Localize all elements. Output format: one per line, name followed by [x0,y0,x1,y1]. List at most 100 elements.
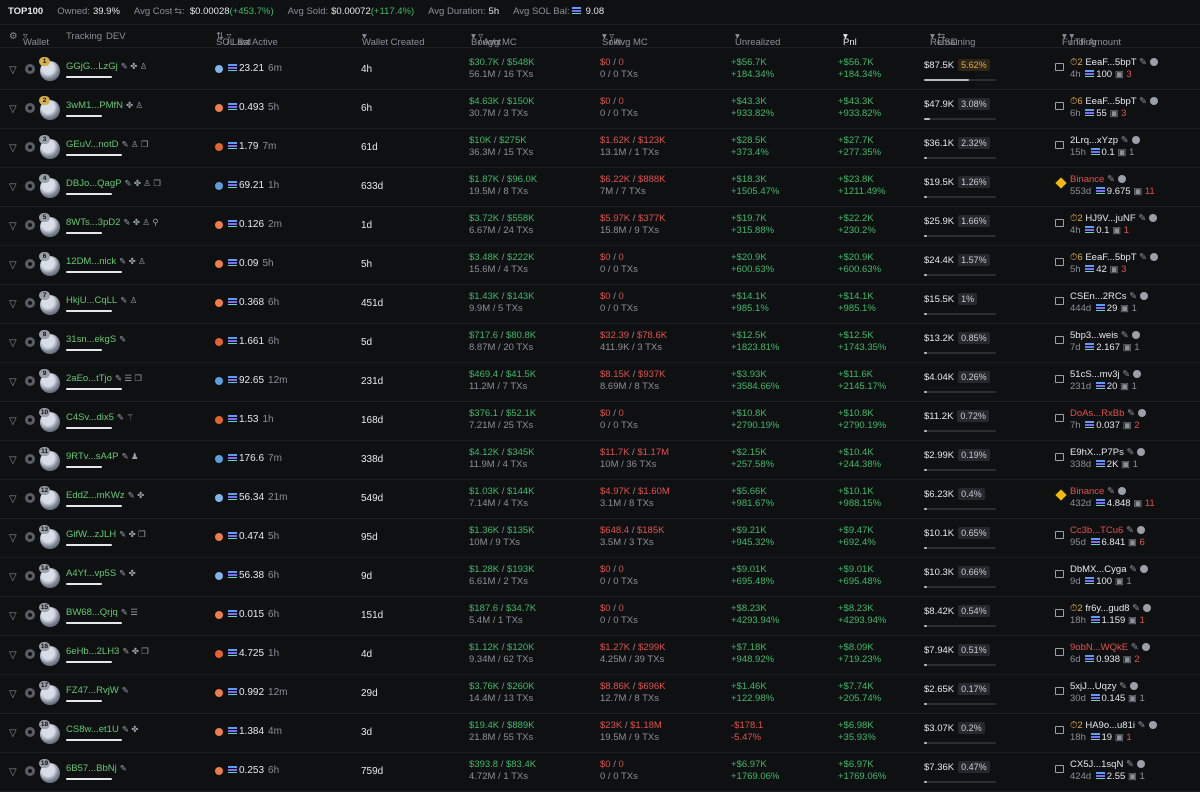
funding-cell[interactable]: ⏱2 fr6y...gud8 ✎ 18h 1.159 ▣ 1 [1070,603,1152,627]
funding-add-icon[interactable] [1055,414,1064,422]
wallet-address[interactable]: 6eHb...2LH3 ✎ ✤ ❒ [66,646,149,657]
funding-add-icon[interactable] [1055,375,1064,383]
funder-info-icon[interactable] [1148,721,1157,729]
filter-icon[interactable]: ▽ [9,182,17,193]
table-row[interactable]: ▽ 13 GifW...zJLH ✎ ✤ ❒ 0.474 5h 95d $1.36K… [0,519,1200,558]
col-bought[interactable]: Bought ▾ / Avg MC ▿ [471,31,517,48]
table-row[interactable]: ▽ 6 12DM...nick ✎ ✤ ♙ 0.09 5h 5h $3.48K / … [0,246,1200,285]
wallet-address[interactable]: BW68...Qrjq ✎ ☰ [66,607,138,618]
hide-icon[interactable] [25,493,35,503]
hide-icon[interactable] [25,766,35,776]
funder-info-icon[interactable] [1150,253,1159,261]
funder-info-icon[interactable] [1138,409,1146,417]
funder-info-icon[interactable] [1137,448,1146,456]
funding-add-icon[interactable] [1055,765,1064,773]
hide-icon[interactable] [25,142,35,152]
wallet-address[interactable]: CS8w...et1U ✎ ✤ [66,724,138,735]
edit-icon[interactable]: ✎ [1139,252,1147,263]
funding-add-icon[interactable] [1055,219,1064,227]
funder-info-icon[interactable] [1150,58,1159,66]
col-funding[interactable]: Funding ▾ / TF Amount ▾ [1062,31,1121,48]
col-wallet[interactable]: Wallet ▿ [23,31,49,48]
edit-icon[interactable]: ✎ [1138,720,1146,731]
funding-add-icon[interactable] [1055,570,1064,578]
table-row[interactable]: ▽ 5 8WTs...3pD2 ✎ ✤ ♙ ⚲ 0.126 2m 1d $3.72K… [0,207,1200,246]
filter-icon[interactable]: ▽ [9,533,17,544]
wallet-address[interactable]: 3wM1...PMfN ✤ ♙ [66,100,143,111]
table-row[interactable]: ▽ 12 EddZ...mKWz ✎ ✤ 56.34 21m 549d $1.03K… [0,480,1200,519]
wallet-address[interactable]: DBJo...QagP ✎ ✤ ♙ ❒ [66,178,161,189]
table-row[interactable]: ▽ 16 6eHb...2LH3 ✎ ✤ ❒ 4.725 1h 4d $1.12K … [0,636,1200,675]
funding-cell[interactable]: CSEn...2RCs ✎ 444d 29 ▣ 1 [1070,291,1149,315]
filter-icon[interactable]: ▽ [9,260,17,271]
edit-icon[interactable]: ✎ [1107,486,1115,497]
edit-icon[interactable]: ✎ [1139,96,1147,107]
hide-icon[interactable] [25,298,35,308]
swap-icon[interactable]: ⇆: [174,6,185,17]
col-tracking[interactable]: Tracking [66,31,102,42]
filter-icon[interactable]: ▽ [9,494,17,505]
hide-icon[interactable] [25,181,35,191]
wallet-address[interactable]: 12DM...nick ✎ ✤ ♙ [66,256,146,267]
edit-icon[interactable]: ✎ [1138,213,1146,224]
funder-info-icon[interactable] [1133,370,1142,378]
table-row[interactable]: ▽ 2 3wM1...PMfN ✤ ♙ 0.493 5h 6h $4.63K / $… [0,90,1200,129]
funding-add-icon[interactable] [1055,258,1064,266]
funder-info-icon[interactable] [1117,487,1126,495]
edit-icon[interactable]: ✎ [1129,564,1137,575]
edit-icon[interactable]: ✎ [1121,135,1129,146]
col-remaining[interactable]: Remaining ▾ USD ⇆ [930,31,975,48]
hide-icon[interactable] [25,64,35,74]
wallet-address[interactable]: FZ47...RvjW ✎ [66,685,129,696]
edit-icon[interactable]: ✎ [1131,642,1139,653]
edit-icon[interactable]: ✎ [1119,681,1127,692]
filter-icon[interactable]: ▽ [9,416,17,427]
table-row[interactable]: ▽ 1 GGjG...LzGj ✎ ✤ ♙ 23.21 6m 4h $30.7K /… [0,51,1200,90]
funding-cell[interactable]: CX5J...1sqN ✎ 424d 2.55 ▣ 1 [1070,759,1145,783]
hide-icon[interactable] [25,532,35,542]
hide-icon[interactable] [25,688,35,698]
wallet-address[interactable]: GEuV...notD ✎ ♙ ❒ [66,139,149,150]
filter-icon[interactable]: ▽ [9,611,17,622]
filter-icon[interactable]: ▽ [9,65,17,76]
hide-icon[interactable] [25,337,35,347]
edit-icon[interactable]: ✎ [1121,330,1129,341]
wallet-address[interactable]: 8WTs...3pD2 ✎ ✤ ♙ ⚲ [66,217,159,228]
binance-icon[interactable] [1055,489,1067,501]
filter-icon[interactable]: ▽ [9,104,17,115]
funder-info-icon[interactable] [1140,292,1149,300]
funder-info-icon[interactable] [1136,760,1145,768]
wallet-address[interactable]: 9RTv...sA4P ✎ ♟ [66,451,139,462]
funding-cell[interactable]: Cc3b...TCu6 ✎ 95d 6.841 ▣ 6 [1070,525,1145,549]
funding-cell[interactable]: DoAs...RxBb ✎ 7h 0.037 ▣ 2 [1070,408,1146,432]
funder-info-icon[interactable] [1117,175,1126,183]
funding-add-icon[interactable] [1055,63,1064,71]
wallet-address[interactable]: C4Sv...dix5 ✎ ⚚ [66,412,134,423]
wallet-address[interactable]: 6B57...BbNj ✎ [66,763,127,774]
funding-cell[interactable]: E9hX...P7Ps ✎ 338d 2K ▣ 1 [1070,447,1146,471]
settings-icon[interactable]: ⚙ [9,31,18,42]
hide-icon[interactable] [25,376,35,386]
col-wallet-created[interactable]: Wallet Created ▾ [362,31,424,48]
funding-cell[interactable]: ⏱6 EeaF...5bpT ✎ 6h 55 ▣ 3 [1070,96,1159,120]
table-row[interactable]: ▽ 7 HkjU...CqLL ✎ ♙ 0.368 6h 451d $1.43K /… [0,285,1200,324]
hide-icon[interactable] [25,259,35,269]
wallet-address[interactable]: HkjU...CqLL ✎ ♙ [66,295,137,306]
edit-icon[interactable]: ✎ [1132,603,1140,614]
funding-add-icon[interactable] [1055,102,1064,110]
funding-cell[interactable]: 5xjJ...Uqzy ✎ 30d 0.145 ▣ 1 [1070,681,1145,705]
edit-icon[interactable]: ✎ [1139,57,1147,68]
filter-icon[interactable]: ▽ [9,221,17,232]
funder-info-icon[interactable] [1149,214,1158,222]
funder-info-icon[interactable] [1131,331,1140,339]
funder-info-icon[interactable] [1141,643,1150,651]
funding-cell[interactable]: DbMX...Cyga ✎ 9d 100 ▣ 1 [1070,564,1149,588]
hide-icon[interactable] [25,415,35,425]
funder-info-icon[interactable] [1143,604,1152,612]
hide-icon[interactable] [25,220,35,230]
wallet-address[interactable]: A4Yf...vp5S ✎ ✤ [66,568,136,579]
table-row[interactable]: ▽ 9 2aEo...tTjo ✎ ☰ ❒ 92.65 12m 231d $469.… [0,363,1200,402]
wallet-address[interactable]: 31sn...ekgS ✎ [66,334,126,345]
table-row[interactable]: ▽ 14 A4Yf...vp5S ✎ ✤ 56.38 6h 9d $1.28K / … [0,558,1200,597]
funding-add-icon[interactable] [1055,648,1064,656]
